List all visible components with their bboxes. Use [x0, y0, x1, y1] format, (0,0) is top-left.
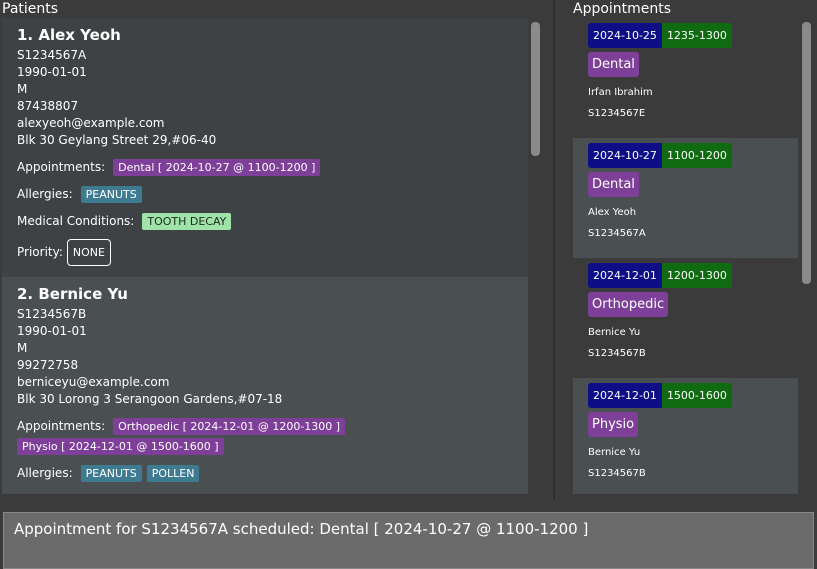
patient-card[interactable]: 1. Alex Yeoh S1234567A 1990-01-01 M 8743…	[2, 18, 528, 277]
appointment-card[interactable]: 2024-10-25 1235-1300 Dental Irfan Ibrahi…	[573, 18, 798, 138]
appointment-patient-name: Bernice Yu	[588, 447, 641, 458]
appointment-tag: Physio [ 2024-12-01 @ 1500-1600 ]	[17, 438, 224, 455]
appointments-panel: 2024-10-25 1235-1300 Dental Irfan Ibrahi…	[573, 18, 815, 494]
patient-phone: 99272758	[17, 358, 79, 372]
patient-appointments-row-continued: Physio [ 2024-12-01 @ 1500-1600 ]	[17, 438, 513, 455]
appointment-patient-name: Bernice Yu	[588, 327, 641, 338]
patient-nric: S1234567A	[17, 48, 87, 62]
appointment-time: 1235-1300	[661, 23, 732, 48]
appointment-patient-name: Alex Yeoh	[588, 207, 637, 218]
appointment-patient-nric: S1234567B	[588, 468, 646, 479]
appointment-datetime: 2024-10-25 1235-1300	[588, 23, 798, 48]
priority-badge: NONE	[66, 239, 111, 266]
allergy-tag: PEANUTS	[80, 465, 142, 482]
patient-dob: 1990-01-01	[17, 324, 87, 338]
patient-address: Blk 30 Lorong 3 Serangoon Gardens,#07-18	[17, 392, 283, 406]
appointments-label: Appointments:	[17, 419, 106, 433]
appointments-label: Appointments:	[17, 160, 106, 174]
appointment-patient-nric: S1234567A	[588, 228, 646, 239]
patient-email: alexyeoh@example.com	[17, 116, 165, 130]
patient-address: Blk 30 Geylang Street 29,#06-40	[17, 133, 217, 147]
appointments-scrollbar-thumb[interactable]	[802, 22, 811, 284]
appointment-date: 2024-12-01	[588, 383, 662, 408]
patient-name: 2. Bernice Yu	[17, 285, 128, 303]
patient-allergies-row: Allergies: PEANUTS POLLEN	[17, 465, 513, 482]
appointment-tag: Orthopedic [ 2024-12-01 @ 1200-1300 ]	[113, 418, 346, 435]
appointment-date: 2024-12-01	[588, 263, 662, 288]
appointment-date: 2024-10-27	[588, 143, 662, 168]
patient-list[interactable]: 1. Alex Yeoh S1234567A 1990-01-01 M 8743…	[2, 18, 528, 494]
patients-panel-title: Patients	[2, 1, 59, 17]
panel-divider	[553, 0, 555, 500]
appointment-type: Dental	[588, 52, 639, 77]
appointment-tag: Dental [ 2024-10-27 @ 1100-1200 ]	[113, 159, 321, 176]
patient-conditions-row: Medical Conditions: TOOTH DECAY	[17, 213, 513, 230]
appointment-time: 1500-1600	[661, 383, 732, 408]
patients-panel: 1. Alex Yeoh S1234567A 1990-01-01 M 8743…	[0, 18, 545, 494]
patient-sex: M	[17, 341, 28, 355]
patient-dob: 1990-01-01	[17, 65, 87, 79]
priority-label: Priority:	[17, 245, 63, 259]
appointment-card[interactable]: 2024-12-01 1200-1300 Orthopedic Bernice …	[573, 258, 798, 378]
allergies-label: Allergies:	[17, 187, 73, 201]
patient-phone: 87438807	[17, 99, 79, 113]
appointment-card[interactable]: 2024-10-27 1100-1200 Dental Alex Yeoh S1…	[573, 138, 798, 258]
patient-sex: M	[17, 82, 28, 96]
result-display[interactable]: Appointment for S1234567A scheduled: Den…	[3, 512, 814, 569]
patient-appointments-row: Appointments: Dental [ 2024-10-27 @ 1100…	[17, 159, 513, 176]
appointment-card[interactable]: 2024-12-01 1500-1600 Physio Bernice Yu S…	[573, 378, 798, 494]
patient-appointments-row: Appointments: Orthopedic [ 2024-12-01 @ …	[17, 418, 513, 435]
patient-card[interactable]: 2. Bernice Yu S1234567B 1990-01-01 M 992…	[2, 277, 528, 494]
patient-nric: S1234567B	[17, 307, 87, 321]
appointment-datetime: 2024-12-01 1500-1600	[588, 383, 798, 408]
appointment-type: Dental	[588, 172, 639, 197]
appointment-datetime: 2024-10-27 1100-1200	[588, 143, 798, 168]
patient-priority-row: Priority: NONE	[17, 239, 513, 266]
appointment-patient-name: Irfan Ibrahim	[588, 87, 653, 98]
appointment-list[interactable]: 2024-10-25 1235-1300 Dental Irfan Ibrahi…	[573, 18, 815, 494]
allergy-tag: POLLEN	[146, 465, 200, 482]
appointment-date: 2024-10-25	[588, 23, 662, 48]
conditions-label: Medical Conditions:	[17, 214, 135, 228]
appointments-panel-title: Appointments	[573, 1, 672, 17]
appointment-time: 1100-1200	[661, 143, 732, 168]
appointment-type: Physio	[588, 412, 639, 437]
allergies-label: Allergies:	[17, 466, 73, 480]
patient-allergies-row: Allergies: PEANUTS	[17, 186, 513, 203]
condition-tag: TOOTH DECAY	[142, 213, 232, 230]
appointment-time: 1200-1300	[661, 263, 732, 288]
patient-email: berniceyu@example.com	[17, 375, 170, 389]
patient-name: 1. Alex Yeoh	[17, 26, 121, 44]
allergy-tag: PEANUTS	[80, 186, 142, 203]
appointment-patient-nric: S1234567E	[588, 108, 646, 119]
appointment-patient-nric: S1234567B	[588, 348, 646, 359]
appointment-datetime: 2024-12-01 1200-1300	[588, 263, 798, 288]
appointment-type: Orthopedic	[588, 292, 669, 317]
patients-scrollbar-thumb[interactable]	[531, 22, 540, 156]
